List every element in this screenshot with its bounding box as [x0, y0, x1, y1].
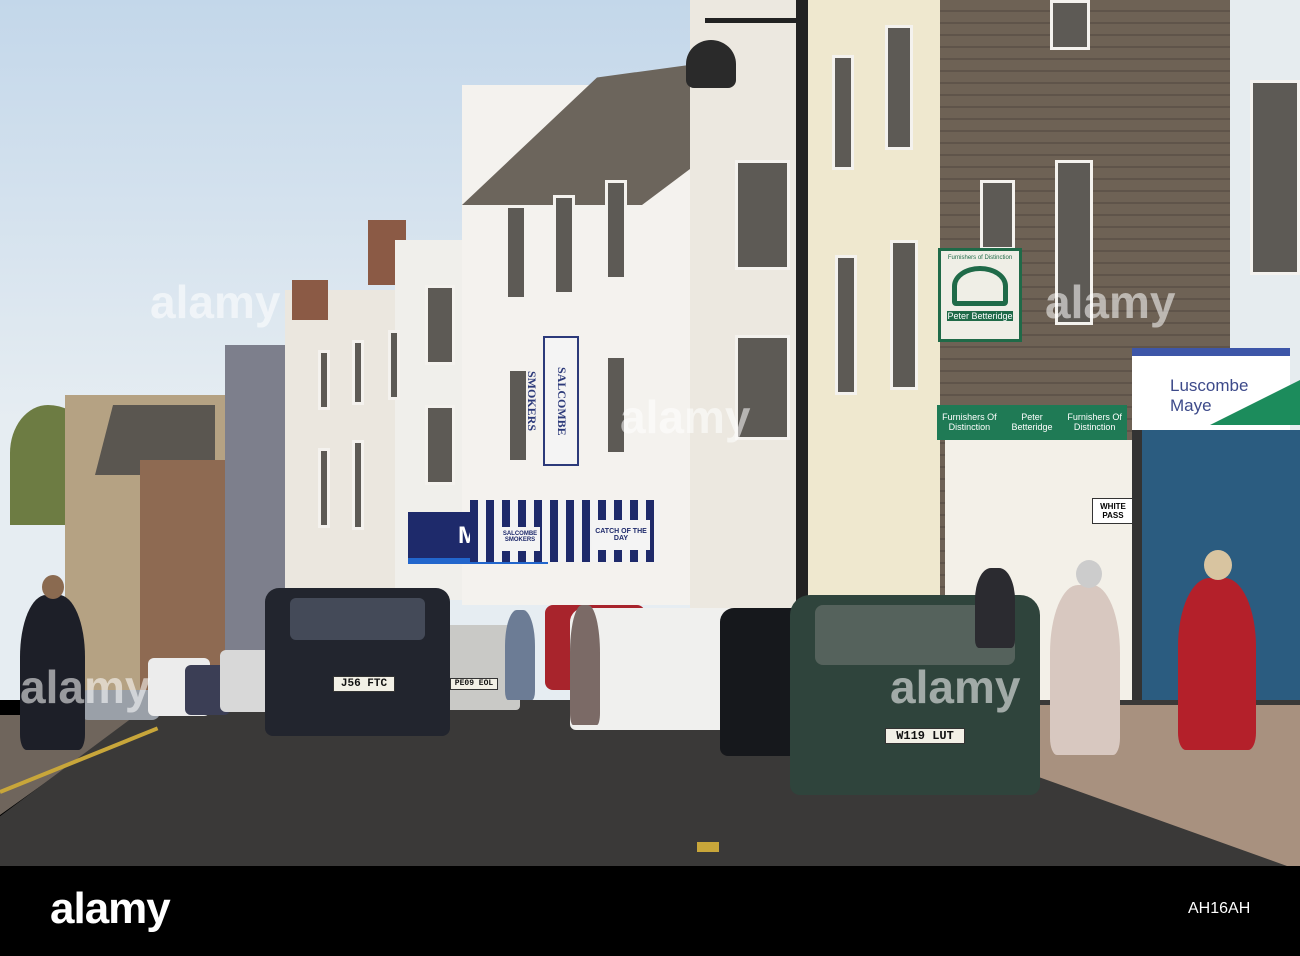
sign-tagline: Furnishers of Distinction: [947, 255, 1013, 261]
window: [835, 255, 857, 395]
window: [318, 350, 330, 410]
pedestrian-head: [42, 575, 64, 599]
alamy-logo: alamy: [50, 884, 171, 933]
window: [505, 205, 527, 300]
awning-sign-right: CATCH OF THE DAY: [592, 520, 650, 550]
pedestrian-head: [1076, 560, 1102, 588]
chimney: [292, 280, 328, 320]
window: [1250, 80, 1300, 275]
license-plate: PE09 EOL: [450, 678, 498, 690]
watermark-overlay: alamy: [890, 661, 1021, 713]
fascia-text: Furnishers Of Distinction: [1067, 411, 1122, 432]
pedestrian: [1178, 578, 1256, 750]
window: [352, 440, 364, 530]
fascia-text: Peter Betteridge: [1011, 411, 1053, 432]
bay-building: [690, 0, 810, 610]
window: [388, 330, 400, 400]
sofa-icon: [952, 266, 1008, 306]
peter-betteridge-hanging-sign: Furnishers of Distinction Peter Betterid…: [938, 248, 1022, 342]
window: [832, 55, 854, 170]
license-plate: J56 FTC: [333, 676, 395, 692]
watermark-overlay: alamy: [20, 661, 151, 713]
window: [1050, 0, 1090, 50]
window: [352, 340, 364, 405]
window: [885, 25, 913, 150]
suv-windscreen: [290, 598, 425, 640]
window: [735, 160, 790, 270]
lamp-arm: [705, 18, 800, 23]
green-fascia: Furnishers Of Distinction Peter Betterid…: [937, 405, 1127, 440]
window: [553, 195, 575, 295]
yellow-marking: [697, 842, 719, 852]
watermark-overlay: alamy: [150, 276, 281, 328]
salcombe-smokers-sign: SALCOMBE SMOKERS: [525, 336, 579, 466]
watermark-overlay: alamy: [620, 391, 751, 443]
window: [425, 285, 455, 365]
watermark-overlay: alamy: [1045, 276, 1176, 328]
awning-sign-left: SALCOMBE SMOKERS: [500, 527, 540, 551]
pedestrian: [1050, 585, 1120, 755]
window: [980, 180, 1015, 250]
pedestrian: [975, 568, 1015, 648]
pedestrian: [570, 605, 600, 725]
sign-name: Peter Betteridge: [947, 311, 1013, 321]
pedestrian-head: [1204, 550, 1232, 580]
watermark-bar: alamy AH16AH: [0, 866, 1300, 956]
window: [318, 448, 330, 528]
fascia-text: Furnishers Of Distinction: [942, 411, 997, 432]
image-code: AH16AH: [1188, 900, 1251, 917]
street-name-sign: WHITE PASS: [1092, 498, 1134, 524]
window: [605, 180, 627, 280]
pedestrian: [505, 610, 535, 700]
lamp-post: [796, 0, 808, 610]
license-plate: W119 LUT: [885, 728, 965, 744]
window: [890, 240, 918, 390]
window: [425, 405, 455, 485]
yellow-building: [805, 0, 945, 610]
street-lamp-icon: [686, 40, 736, 88]
